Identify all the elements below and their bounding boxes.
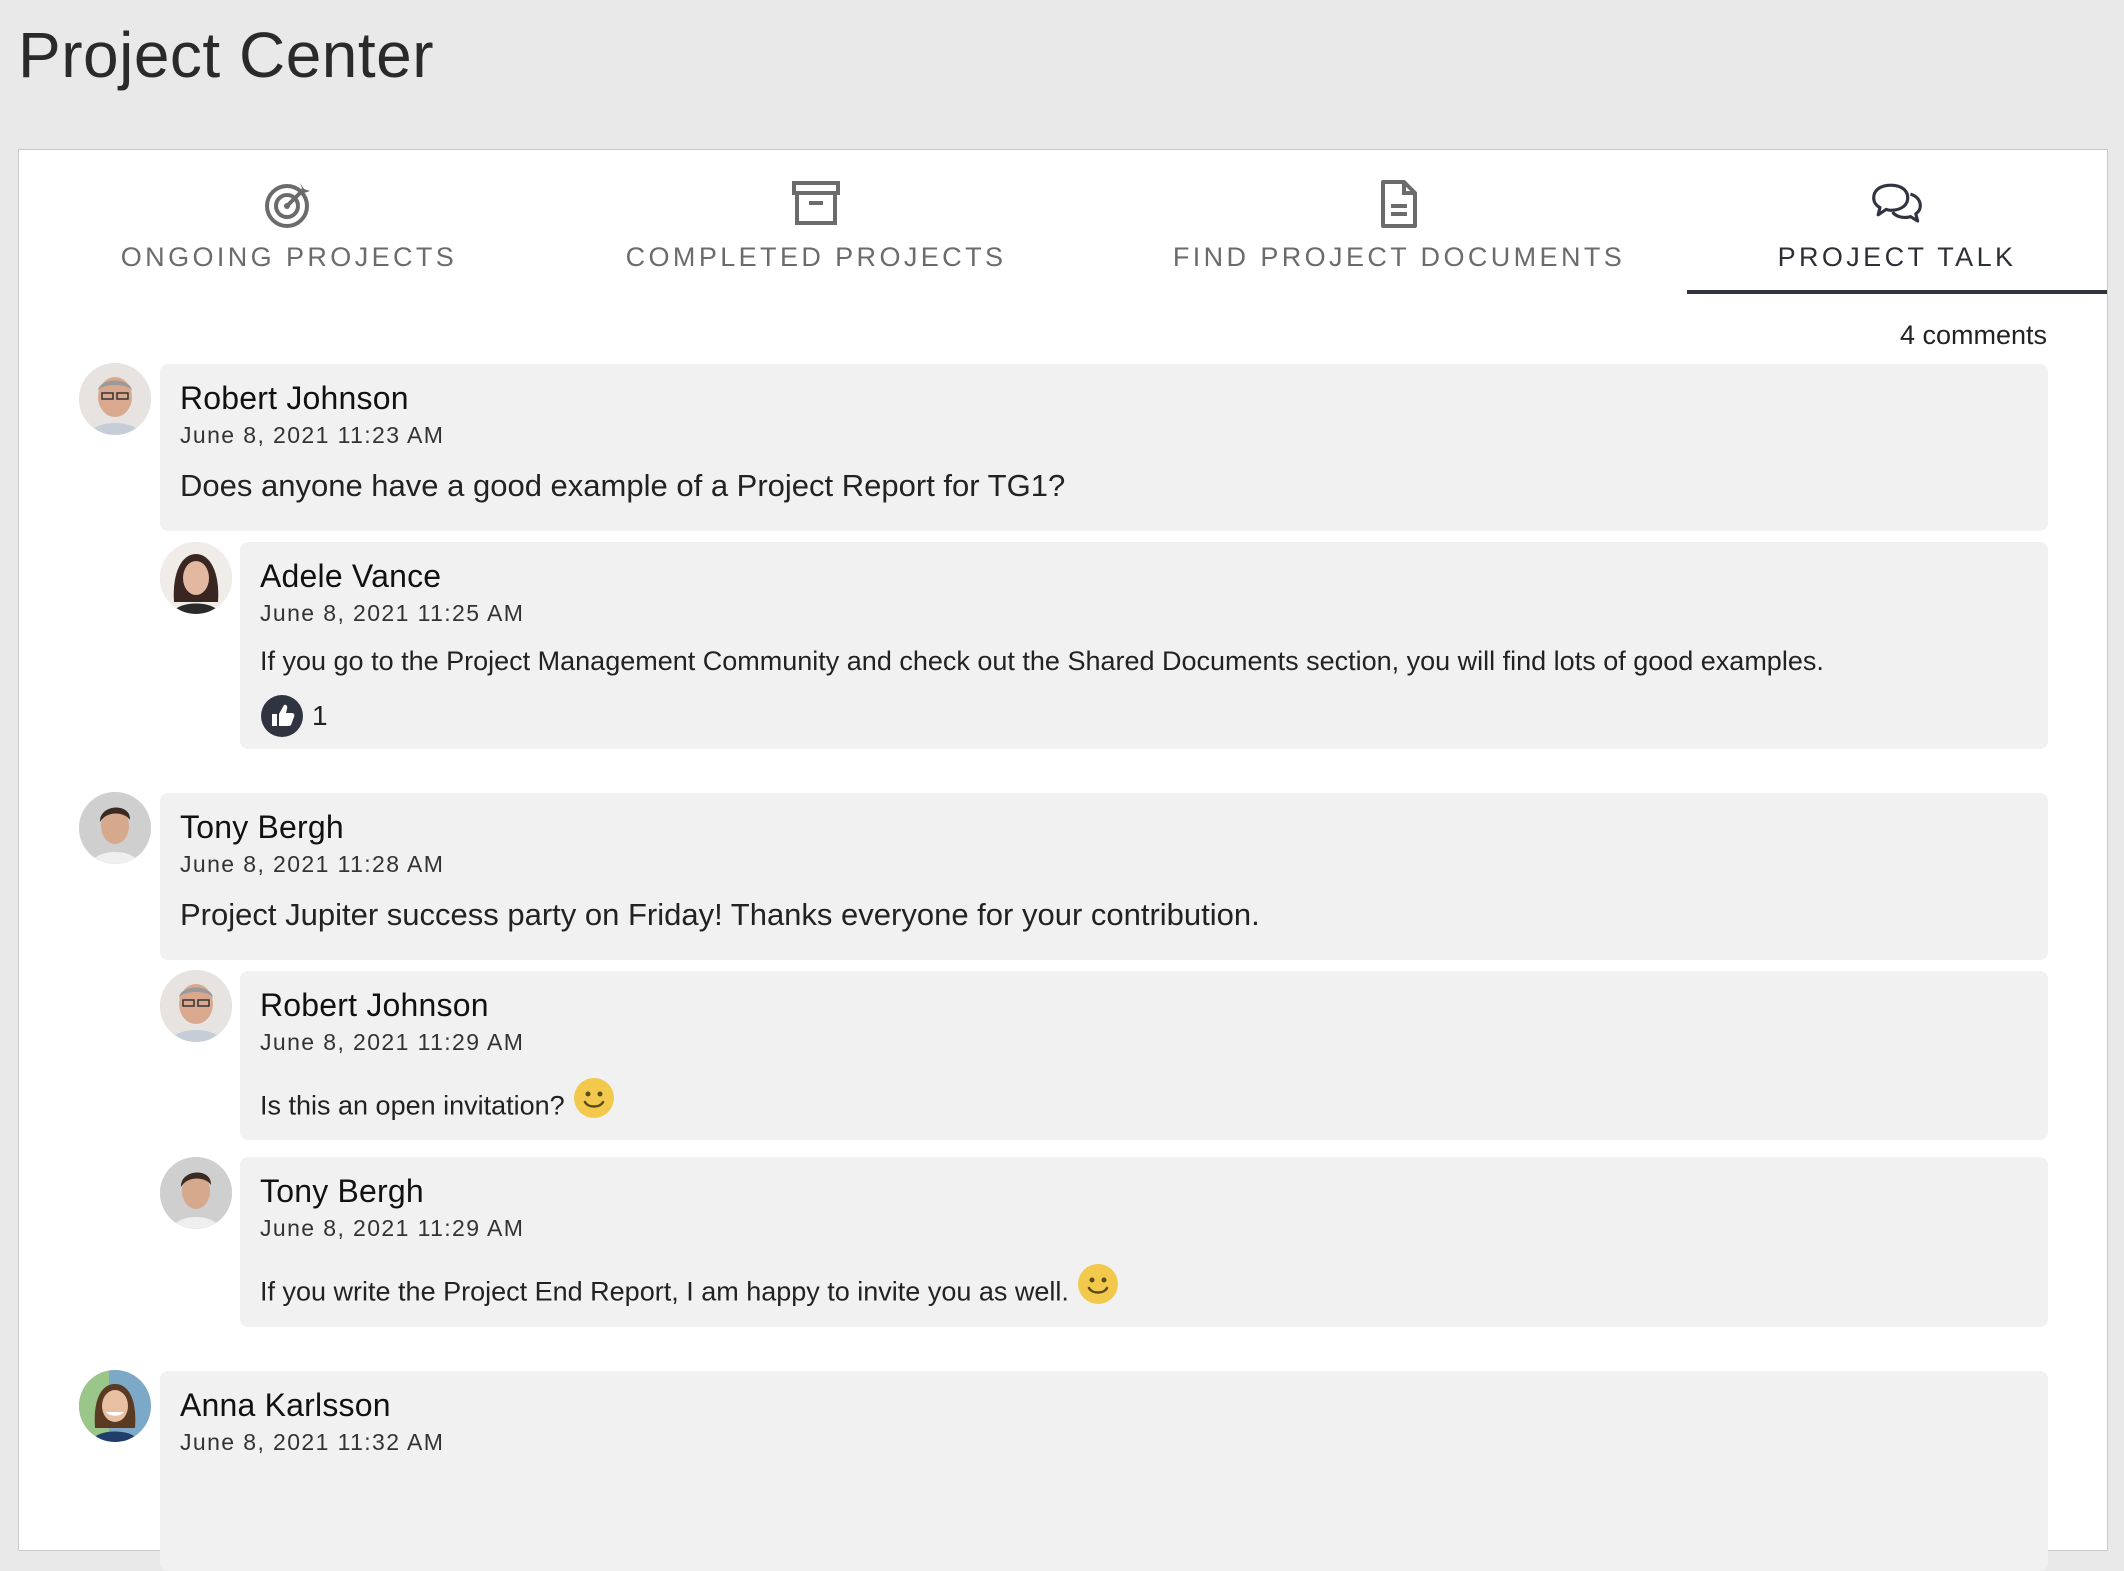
tab-completed-projects[interactable]: COMPLETED PROJECTS — [579, 150, 1053, 294]
comment-text: Is this an open invitation? — [260, 1090, 565, 1121]
reply-comment: Tony Bergh June 8, 2021 11:29 AM If you … — [240, 1157, 2048, 1327]
reply-comment: Adele Vance June 8, 2021 11:25 AM If you… — [240, 542, 2048, 749]
like-button[interactable]: 1 — [260, 694, 328, 738]
comment-timestamp: June 8, 2021 11:32 AM — [180, 1429, 445, 1455]
comment-timestamp: June 8, 2021 11:23 AM — [180, 422, 445, 448]
smiley-emoji-icon — [573, 1077, 615, 1126]
tab-ongoing-projects[interactable]: ONGOING PROJECTS — [59, 150, 519, 294]
smiley-emoji-icon — [1077, 1263, 1119, 1312]
tab-completed-projects-label: COMPLETED PROJECTS — [625, 242, 1007, 272]
comments-count: 4 comments — [1899, 320, 2047, 350]
archive-box-icon — [790, 178, 842, 230]
comment-author: Robert Johnson — [260, 987, 489, 1023]
thumbs-up-icon — [261, 695, 303, 737]
avatar — [79, 363, 151, 435]
avatar — [160, 970, 232, 1042]
comment: Robert Johnson June 8, 2021 11:23 AM Doe… — [160, 364, 2048, 531]
page-title: Project Center — [18, 19, 435, 91]
comment-timestamp: June 8, 2021 11:28 AM — [180, 851, 445, 877]
tab-ongoing-projects-label: ONGOING PROJECTS — [120, 242, 458, 272]
comment-author: Tony Bergh — [260, 1173, 424, 1209]
comment-author: Robert Johnson — [180, 380, 409, 416]
tab-find-project-documents-label: FIND PROJECT DOCUMENTS — [1172, 242, 1626, 272]
avatar — [160, 542, 232, 614]
comment-text-row: Is this an open invitation? — [260, 1078, 615, 1132]
comment-timestamp: June 8, 2021 11:25 AM — [260, 600, 525, 626]
comment-author: Adele Vance — [260, 558, 442, 594]
project-center-panel: ONGOING PROJECTS COMPLETED PROJECTS FIND… — [18, 149, 2108, 1571]
avatar — [160, 1157, 232, 1229]
comment-text: If you go to the Project Management Comm… — [260, 646, 1824, 676]
comment-author: Anna Karlsson — [180, 1387, 391, 1423]
comment: Tony Bergh June 8, 2021 11:28 AM Project… — [160, 793, 2048, 960]
tab-bar: ONGOING PROJECTS COMPLETED PROJECTS FIND… — [19, 150, 2107, 294]
target-icon — [263, 178, 315, 230]
comment-text: Does anyone have a good example of a Pro… — [180, 468, 1066, 503]
like-count: 1 — [312, 700, 328, 731]
comment-author: Tony Bergh — [180, 809, 344, 845]
tab-project-talk-label: PROJECT TALK — [1777, 242, 2017, 272]
comment-timestamp: June 8, 2021 11:29 AM — [260, 1029, 525, 1055]
comment: Anna Karlsson June 8, 2021 11:32 AM — [160, 1371, 2048, 1571]
comment-text-row: If you write the Project End Report, I a… — [260, 1264, 1119, 1318]
comment-text: If you write the Project End Report, I a… — [260, 1276, 1069, 1307]
document-icon — [1373, 178, 1425, 230]
tab-project-talk[interactable]: PROJECT TALK — [1687, 150, 2107, 294]
reply-comment: Robert Johnson June 8, 2021 11:29 AM Is … — [240, 971, 2048, 1140]
tab-find-project-documents[interactable]: FIND PROJECT DOCUMENTS — [1139, 150, 1659, 294]
avatar — [79, 792, 151, 864]
comment-timestamp: June 8, 2021 11:29 AM — [260, 1215, 525, 1241]
comment-text: Project Jupiter success party on Friday!… — [180, 897, 1260, 932]
chat-bubbles-icon — [1871, 178, 1923, 230]
avatar — [79, 1370, 151, 1442]
